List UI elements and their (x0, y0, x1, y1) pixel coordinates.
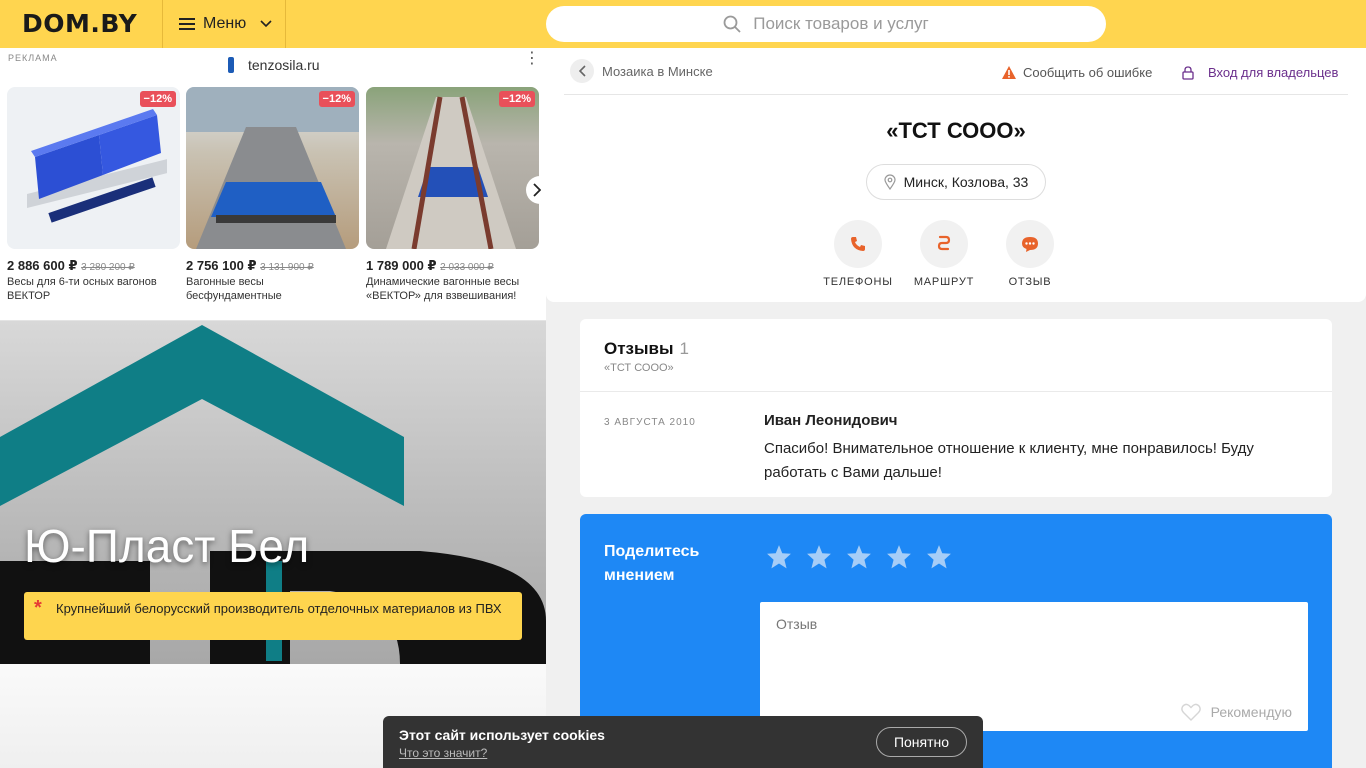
star-icon[interactable] (806, 544, 832, 570)
more-options-icon[interactable]: ⋮ (524, 51, 540, 67)
route-button[interactable]: МАРШРУТ (899, 220, 989, 288)
review-button[interactable]: ОТЗЫВ (985, 220, 1075, 288)
chevron-right-icon (533, 183, 541, 197)
owners-login-link[interactable]: Вход для владельцев (1182, 65, 1338, 80)
discount-badge: −12% (139, 91, 176, 107)
search-placeholder: Поиск товаров и услуг (753, 14, 929, 33)
discount-badge: −12% (318, 91, 355, 107)
route-label: МАРШРУТ (913, 276, 975, 288)
ad-card[interactable]: −12% 1 789 000 ₽ 2 033 000 ₽ Динамически… (366, 87, 539, 303)
share-title: Поделитесь мнением (604, 543, 700, 584)
company-name: «ТСТ СООО» (886, 118, 1026, 143)
back-button[interactable] (570, 59, 594, 83)
hamburger-icon (179, 18, 195, 30)
ad-old-price: 3 131 900 ₽ (260, 262, 314, 273)
search-icon (723, 15, 741, 33)
chevron-left-icon (578, 65, 586, 77)
ad-price: 2 886 600 ₽ (7, 258, 78, 273)
lock-icon (1182, 65, 1194, 80)
ad-card[interactable]: −12% 2 756 100 ₽ 3 131 900 ₽ Вагонные ве… (186, 87, 359, 303)
ad-title: Вагонные весы бесфундаментные (186, 276, 282, 302)
chat-bubble-icon (1022, 236, 1038, 252)
search-input[interactable]: Поиск товаров и услуг (546, 6, 1106, 42)
ad-price: 1 789 000 ₽ (366, 258, 437, 273)
ad-title: Весы для 6-ти осных вагонов ВЕКТОР (7, 276, 157, 302)
recommend-label: Рекомендую (1210, 704, 1292, 720)
divider (564, 94, 1348, 95)
asterisk-icon: * (34, 597, 42, 619)
ad-image: −12% (7, 87, 180, 249)
review-placeholder: Отзыв (776, 616, 818, 632)
rating-stars[interactable] (766, 544, 966, 570)
banner-tagline-box: * Крупнейший белорусский производитель о… (24, 592, 522, 640)
ad-old-price: 2 033 000 ₽ (440, 262, 494, 273)
star-icon[interactable] (886, 544, 912, 570)
ad-block: РЕКЛАМА tenzosila.ru ⋮ −12% 2 886 600 ₽ … (0, 48, 548, 321)
recommend-toggle[interactable]: Рекомендую (1180, 703, 1292, 721)
ad-image: −12% (366, 87, 539, 249)
promo-banner[interactable]: Ю-Пласт Бел * Крупнейший белорусский про… (0, 321, 546, 664)
route-icon (937, 235, 951, 251)
ad-old-price: 3 280 200 ₽ (81, 262, 135, 273)
ad-card[interactable]: −12% 2 886 600 ₽ 3 280 200 ₽ Весы для 6-… (7, 87, 180, 303)
phones-label: ТЕЛЕФОНЫ (823, 276, 893, 288)
carousel-next-button[interactable] (526, 176, 548, 204)
site-header: DOM.BY Меню Поиск товаров и услуг (0, 0, 1366, 48)
ad-title: Динамические вагонные весы «ВЕКТОР» для … (366, 276, 520, 302)
report-error-label: Сообщить об ошибке (1023, 65, 1153, 80)
phone-icon (851, 237, 865, 251)
reviews-title-text: Отзывы (604, 339, 674, 358)
banner-tagline: Крупнейший белорусский производитель отд… (56, 601, 502, 616)
map-pin-icon (884, 174, 896, 190)
ad-domain-link[interactable]: tenzosila.ru (228, 57, 320, 73)
address-text: Минск, Козлова, 33 (903, 174, 1029, 190)
review-author: Иван Леонидович (764, 412, 898, 429)
review-date: 3 АВГУСТА 2010 (604, 417, 696, 428)
review-text: Спасибо! Внимательное отношение к клиент… (764, 440, 1254, 481)
owners-login-label: Вход для владельцев (1208, 65, 1339, 80)
ad-domain-text: tenzosila.ru (248, 57, 320, 73)
breadcrumb-label: Мозаика в Минске (602, 63, 713, 79)
banner-title: Ю-Пласт Бел (24, 520, 310, 572)
site-logo[interactable]: DOM.BY (22, 9, 137, 38)
report-error-link[interactable]: Сообщить об ошибке (1002, 65, 1152, 80)
cookie-title: Этот сайт использует cookies (399, 727, 605, 743)
reviews-subtitle: «ТСТ СООО» (604, 362, 674, 374)
reviews-section: Отзывы 1 «ТСТ СООО» 3 АВГУСТА 2010 Иван Л… (580, 319, 1332, 497)
phones-button[interactable]: ТЕЛЕФОНЫ (813, 220, 903, 288)
warning-icon (1002, 66, 1016, 79)
ad-image: −12% (186, 87, 359, 249)
divider (580, 391, 1332, 392)
menu-button[interactable]: Меню (162, 0, 286, 48)
star-icon[interactable] (766, 544, 792, 570)
chevron-down-icon (260, 20, 272, 28)
company-card: Мозаика в Минске Сообщить об ошибке Вход… (546, 48, 1366, 302)
cookie-banner: Этот сайт использует cookies Что это зна… (383, 716, 983, 768)
reviews-count: 1 (679, 339, 689, 358)
cookie-info-link[interactable]: Что это значит? (399, 746, 487, 760)
ad-favicon-icon (228, 57, 234, 73)
star-icon[interactable] (926, 544, 952, 570)
heart-icon (1180, 703, 1201, 721)
reviews-title: Отзывы 1 (604, 339, 689, 359)
address-button[interactable]: Минск, Козлова, 33 (866, 164, 1046, 200)
cookie-accept-button[interactable]: Понятно (876, 727, 967, 757)
ad-label: РЕКЛАМА (8, 53, 58, 63)
breadcrumb[interactable]: Мозаика в Минске (570, 59, 713, 83)
discount-badge: −12% (498, 91, 535, 107)
ad-price: 2 756 100 ₽ (186, 258, 257, 273)
menu-label: Меню (203, 15, 247, 32)
review-textarea[interactable]: Отзыв Рекомендую (760, 602, 1308, 731)
star-icon[interactable] (846, 544, 872, 570)
review-label: ОТЗЫВ (1008, 276, 1052, 288)
